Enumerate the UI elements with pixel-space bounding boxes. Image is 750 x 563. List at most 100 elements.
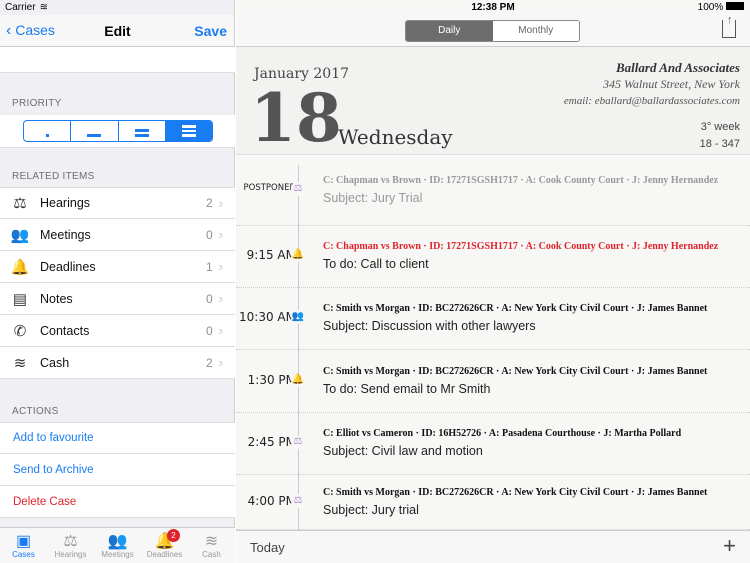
- entry-time: 4:00 PM: [247, 494, 296, 508]
- related-item-label: Meetings: [40, 227, 91, 242]
- notes-icon: ▤: [12, 290, 28, 308]
- agenda-entry[interactable]: POSTPONED ⚖ C: Chapman vs Brown · ID: 1727…: [236, 155, 750, 226]
- tab-cash[interactable]: ≋ Cash: [188, 528, 235, 563]
- priority-selector[interactable]: [23, 120, 213, 142]
- send-to-archive-button[interactable]: Send to Archive: [0, 454, 235, 486]
- entry-subject: Subject: Jury trial: [323, 503, 419, 517]
- battery-icon: [726, 2, 744, 10]
- cases-tab-icon: ▣: [15, 533, 32, 550]
- related-item-meetings[interactable]: 👥 Meetings 0 ›: [0, 219, 235, 251]
- entry-time: POSTPONED: [243, 183, 297, 193]
- meetings-tab-icon: 👥: [107, 533, 128, 550]
- entry-time: 2:45 PM: [247, 435, 296, 449]
- related-items-header: RELATED ITEMS: [12, 171, 95, 182]
- firm-email: email: eballard@ballardassociates.com: [563, 95, 740, 107]
- priority-medium[interactable]: [71, 121, 119, 141]
- meetings-icon: 👥: [10, 226, 30, 244]
- clock: 12:38 PM: [471, 2, 515, 13]
- tab-bar: ▣ Cases ⚖ Hearings 👥 Meetings 🔔 Deadlines 2 ≋ Cash: [0, 527, 235, 563]
- monthly-tab[interactable]: Monthly: [492, 21, 579, 41]
- entry-case-info: C: Smith vs Morgan · ID: BC272626CR · A:…: [323, 366, 708, 377]
- weekday: Wednesday: [338, 125, 453, 149]
- daily-agenda-panel: 12:38 PM 100% Daily Monthly ↑ January 20…: [236, 0, 750, 563]
- hearings-icon: ⚖: [13, 195, 27, 212]
- tab-meetings[interactable]: 👥 Meetings: [94, 528, 141, 563]
- related-item-count: 0: [205, 227, 213, 242]
- right-nav-bar: Daily Monthly ↑: [236, 14, 750, 47]
- share-icon[interactable]: ↑: [722, 14, 736, 38]
- tab-label: Cash: [202, 550, 221, 559]
- related-item-label: Deadlines: [40, 259, 96, 274]
- tab-deadlines[interactable]: 🔔 Deadlines 2: [141, 528, 188, 563]
- entry-case-info: C: Smith vs Morgan · ID: BC272626CR · A:…: [323, 487, 708, 498]
- firm-address: 345 Walnut Street, New York: [602, 77, 740, 91]
- actions-header: ACTIONS: [12, 406, 59, 417]
- agenda-entry[interactable]: 9:15 AM 🔔 C: Chapman vs Brown · ID: 17271S…: [236, 226, 750, 288]
- entry-subject: To do: Call to client: [323, 257, 429, 271]
- tab-cases[interactable]: ▣ Cases: [0, 528, 47, 563]
- related-item-count: 1: [205, 259, 213, 274]
- chevron-right-icon: ›: [218, 259, 223, 274]
- priority-urgent[interactable]: [165, 121, 212, 141]
- related-item-count: 2: [205, 355, 213, 370]
- related-item-contacts[interactable]: ✆ Contacts 0 ›: [0, 315, 235, 347]
- cash-tab-icon: ≋: [204, 533, 219, 550]
- chevron-right-icon: ›: [218, 195, 223, 211]
- delete-case-button[interactable]: Delete Case: [0, 486, 235, 518]
- title-field[interactable]: [0, 47, 235, 73]
- related-item-cash[interactable]: ≋ Cash 2 ›: [0, 347, 235, 379]
- entry-type-icon: 🔔: [291, 373, 305, 387]
- tab-label: Cases: [12, 550, 35, 559]
- view-toggle[interactable]: Daily Monthly: [405, 20, 580, 42]
- entry-time: 10:30 AM: [239, 310, 296, 324]
- tab-hearings[interactable]: ⚖ Hearings: [47, 528, 94, 563]
- related-item-count: 2: [205, 196, 213, 210]
- tab-label: Meetings: [101, 550, 134, 559]
- entry-subject: Subject: Discussion with other lawyers: [323, 319, 536, 333]
- contacts-icon: ✆: [13, 322, 27, 340]
- day-of-year: 18 - 347: [699, 138, 740, 150]
- related-item-notes[interactable]: ▤ Notes 0 ›: [0, 283, 235, 315]
- carrier-label: Carrier: [5, 2, 36, 13]
- related-item-count: 0: [205, 323, 213, 338]
- hearings-tab-icon: ⚖: [63, 533, 78, 550]
- status-bar: Carrier ≋: [0, 0, 234, 15]
- entry-time: 1:30 PM: [247, 373, 296, 387]
- battery: 100%: [698, 2, 744, 13]
- related-item-deadlines[interactable]: 🔔 Deadlines 1 ›: [0, 251, 235, 283]
- priority-low[interactable]: [24, 121, 72, 141]
- add-entry-button[interactable]: +: [723, 533, 736, 559]
- entry-subject: Subject: Civil law and motion: [323, 444, 483, 458]
- entry-subject: Subject: Jury Trial: [323, 191, 423, 205]
- bottom-bar: Today +: [236, 530, 750, 563]
- agenda-entry[interactable]: 1:30 PM 🔔 C: Smith vs Morgan · ID: BC27262…: [236, 350, 750, 413]
- related-item-label: Contacts: [40, 323, 90, 338]
- date-header: January 2017 18 Wednesday Ballard And As…: [236, 47, 750, 155]
- entry-type-icon: ⚖: [291, 182, 305, 196]
- deadlines-tab-icon: 🔔: [154, 533, 175, 550]
- related-item-hearings[interactable]: ⚖ Hearings 2 ›: [0, 187, 235, 219]
- related-item-label: Hearings: [40, 196, 91, 210]
- priority-header: PRIORITY: [12, 98, 62, 109]
- add-to-favourite-button[interactable]: Add to favourite: [0, 422, 235, 454]
- today-button[interactable]: Today: [250, 540, 285, 555]
- entry-type-icon: 👥: [291, 310, 305, 324]
- daily-tab[interactable]: Daily: [406, 21, 493, 41]
- related-item-label: Cash: [40, 355, 70, 370]
- firm-name: Ballard And Associates: [615, 60, 740, 75]
- deadlines-badge: 2: [167, 529, 180, 542]
- save-button[interactable]: Save: [194, 23, 227, 39]
- related-item-label: Notes: [40, 291, 73, 306]
- deadlines-icon: 🔔: [10, 258, 30, 276]
- week-number: 3° week: [700, 121, 740, 133]
- entry-case-info: C: Elliot vs Cameron · ID: 16H52726 · A:…: [323, 428, 682, 439]
- left-nav-bar: ‹ Cases Edit Save: [0, 15, 234, 47]
- entry-type-icon: ⚖: [291, 435, 305, 449]
- priority-high[interactable]: [119, 121, 166, 141]
- agenda-entry[interactable]: 10:30 AM 👥 C: Smith vs Morgan · ID: BC2726…: [236, 288, 750, 350]
- agenda-entry[interactable]: 4:00 PM ⚖ C: Smith vs Morgan · ID: BC27262…: [236, 475, 750, 530]
- tab-label: Hearings: [54, 550, 87, 559]
- chevron-right-icon: ›: [218, 291, 223, 306]
- agenda-entry[interactable]: 2:45 PM ⚖ C: Elliot vs Cameron · ID: 16H52…: [236, 413, 750, 475]
- chevron-right-icon: ›: [218, 323, 223, 338]
